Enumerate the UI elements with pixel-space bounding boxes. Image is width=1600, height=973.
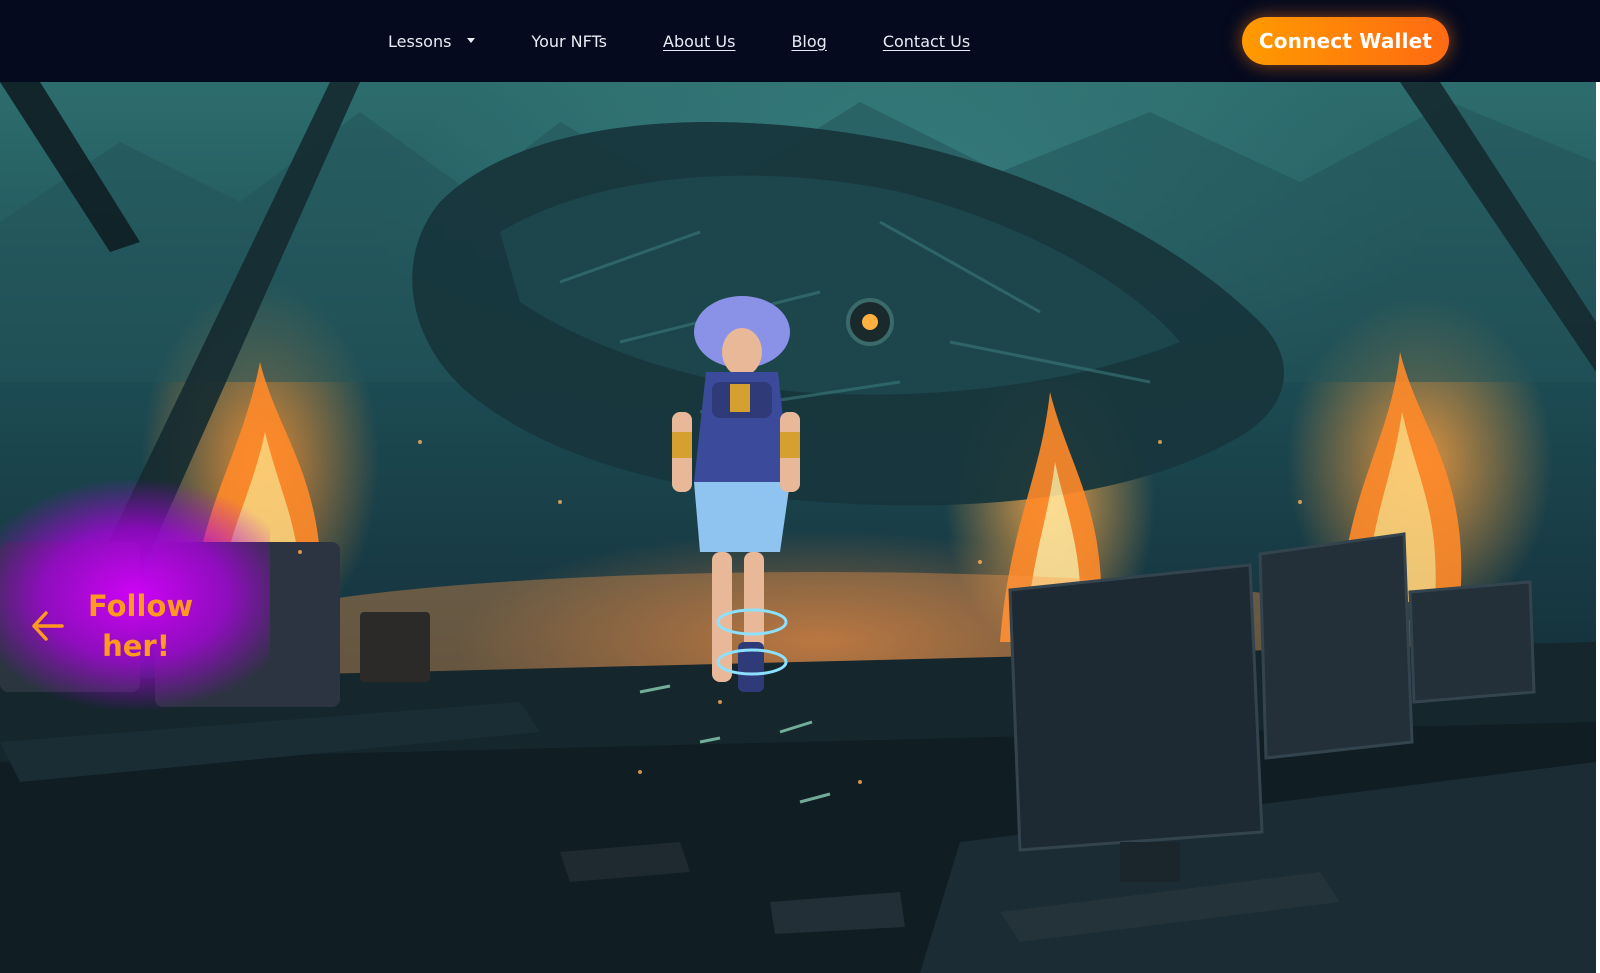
follow-her-text: Follow her! — [88, 586, 194, 666]
nav-links: Lessons Your NFTs About Us Blog Contact … — [388, 0, 1026, 82]
arrow-left-icon — [32, 611, 64, 641]
follow-text-line1: Follow — [88, 589, 194, 623]
nav-item-label: Your NFTs — [531, 31, 608, 51]
caret-down-icon — [467, 37, 476, 43]
nav-item-blog[interactable]: Blog — [791, 32, 826, 51]
follow-her-link[interactable]: Follow her! — [28, 586, 194, 666]
nav-item-contact-us[interactable]: Contact Us — [883, 32, 970, 51]
page: Lessons Your NFTs About Us Blog Contact … — [0, 0, 1600, 973]
page-right-border — [1596, 82, 1600, 973]
follow-text-line2: her! — [102, 629, 170, 663]
nav-item-your-nfts[interactable]: Your NFTs — [531, 32, 607, 51]
top-navbar: Lessons Your NFTs About Us Blog Contact … — [0, 0, 1600, 82]
nav-item-label: About Us — [663, 31, 736, 51]
connect-wallet-button[interactable]: Connect Wallet — [1242, 17, 1449, 65]
nav-item-label: Contact Us — [882, 31, 971, 51]
nav-item-lessons[interactable]: Lessons — [388, 31, 476, 51]
nav-item-about-us[interactable]: About Us — [663, 32, 735, 51]
nav-item-label: Blog — [791, 31, 827, 51]
nav-item-label: Lessons — [388, 31, 452, 51]
